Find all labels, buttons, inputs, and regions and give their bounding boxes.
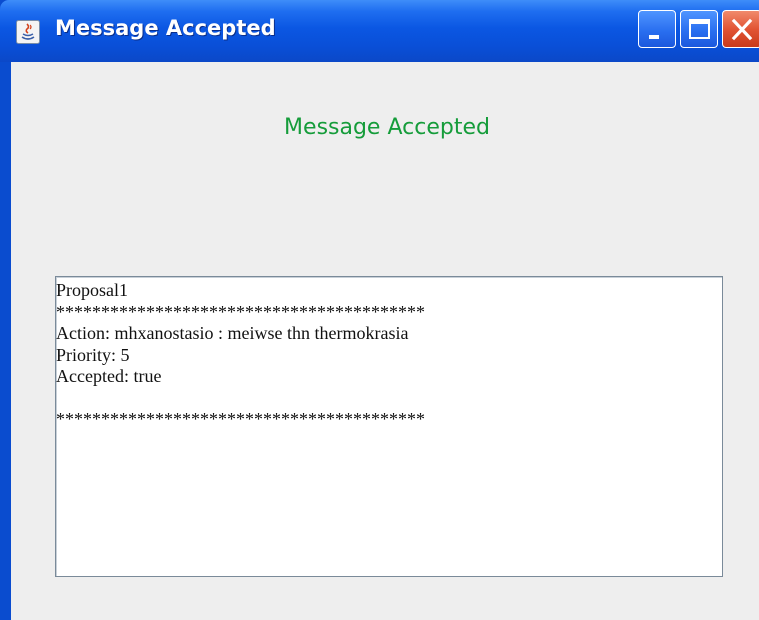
- message-accepted-window: Message Accepted Message Accepted Propos…: [0, 0, 759, 620]
- title-bar[interactable]: Message Accepted: [0, 0, 759, 62]
- close-button[interactable]: [722, 10, 759, 48]
- window-content: Message Accepted Proposal1 *************…: [11, 62, 759, 620]
- message-line: [56, 388, 722, 410]
- message-line: ****************************************…: [56, 301, 425, 322]
- message-line: ****************************************…: [56, 409, 425, 429]
- message-line: Action: mhxanostasio : meiwse thn thermo…: [56, 323, 409, 343]
- message-line: Proposal1: [56, 280, 128, 300]
- message-line: Priority: 5: [56, 344, 130, 365]
- close-icon: [731, 18, 753, 41]
- maximize-button[interactable]: [680, 10, 718, 48]
- status-heading: Message Accepted: [284, 115, 490, 140]
- minimize-button[interactable]: [638, 10, 676, 48]
- maximize-icon: [689, 19, 710, 39]
- message-text-area[interactable]: Proposal1 ******************************…: [55, 276, 723, 577]
- message-line: Accepted: true: [56, 366, 162, 386]
- window-title: Message Accepted: [55, 16, 276, 40]
- minimize-icon: [649, 35, 659, 39]
- java-app-icon[interactable]: [16, 20, 40, 44]
